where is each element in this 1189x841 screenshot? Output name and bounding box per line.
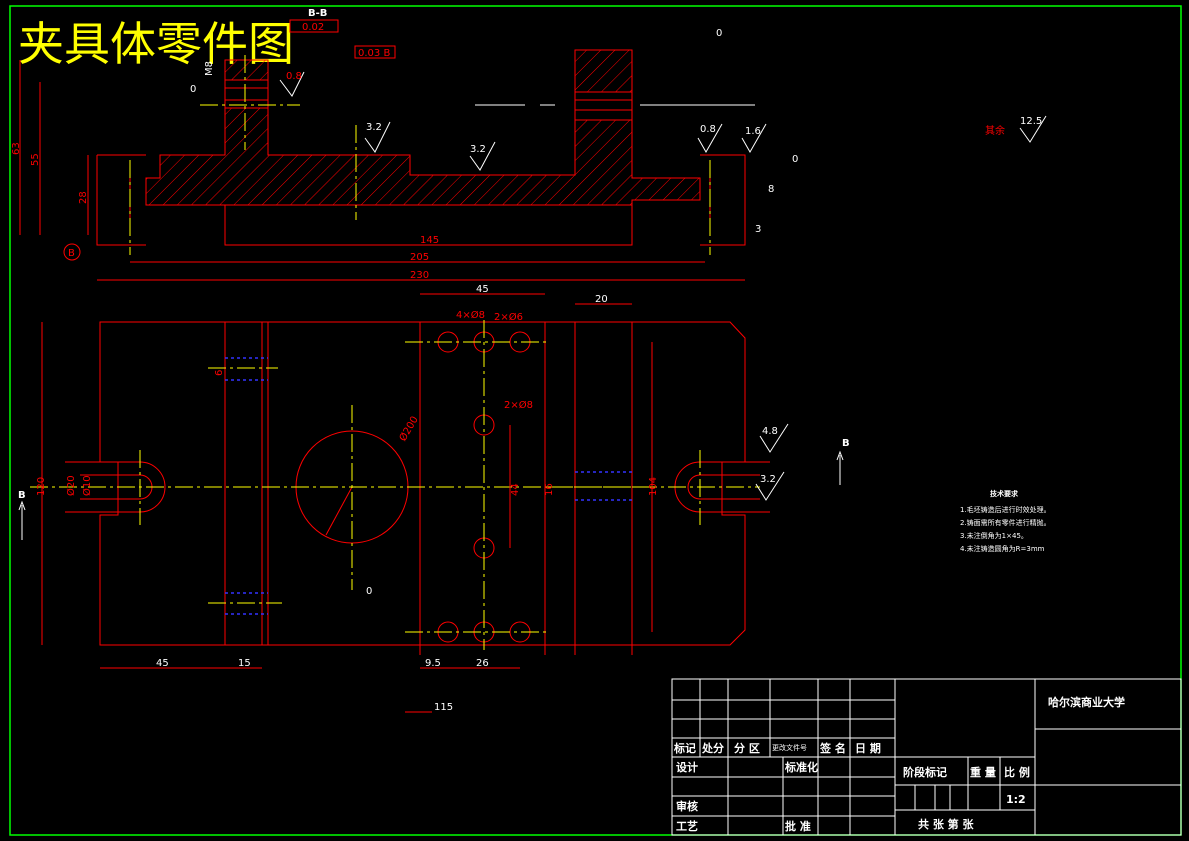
dim-8: 8: [768, 184, 774, 195]
tb-header-zone: 分 区: [734, 741, 760, 755]
dim-63: 63: [11, 142, 22, 155]
dim-230: 230: [410, 270, 429, 281]
dim-115: 115: [434, 702, 453, 713]
dim-2x8: 2×Ø8: [504, 399, 533, 411]
dim-9-5: 9.5: [425, 658, 441, 669]
dim-145: 145: [420, 235, 439, 246]
tb-stage-mark: 阶段标记: [903, 765, 947, 779]
roughness-plan-1: 4.8: [762, 426, 778, 437]
view-arrow-left: B: [18, 490, 26, 501]
tb-header-change-doc: 更改文件号: [772, 743, 807, 752]
roughness-3: 3.2: [470, 144, 486, 155]
roughness-5: 1.6: [745, 126, 761, 137]
dim-2x6: 2×Ø6: [494, 311, 523, 323]
dim-0-top: 0: [716, 28, 722, 39]
tech-item-4: 4.未注铸造圆角为R=3mm: [960, 544, 1045, 553]
dim-200: Ø200: [397, 414, 421, 443]
dim-0-plan: 0: [366, 586, 372, 597]
tb-review: 审核: [676, 799, 698, 813]
dim-d20: Ø20: [65, 475, 77, 496]
tech-heading: 技术要求: [990, 489, 1019, 498]
tech-item-2: 2.铸面需所有零件进行精抛。: [960, 518, 1051, 527]
dim-45-top: 45: [476, 284, 489, 295]
dim-6: 6: [214, 370, 225, 376]
roughness-2: 3.2: [366, 122, 382, 133]
tolerance-frame-2: 0.03 B: [358, 48, 390, 59]
dim-120: 120: [36, 477, 47, 496]
roughness-4: 0.8: [700, 124, 716, 135]
thread-label: M8: [204, 61, 215, 76]
drawing-canvas: 夹具体零件图 145 205 230 63 55 28 M8 B-B 0.02 …: [9, 5, 1182, 836]
tb-scale-label: 比 例: [1004, 765, 1030, 779]
tb-weight: 重 量: [970, 765, 996, 779]
dim-26: 26: [476, 658, 489, 669]
title-block: 标记 处分 分 区 更改文件号 签 名 日 期 设计 标准化 审核 工艺 批 准…: [671, 678, 1182, 836]
view-arrow-right: B: [842, 438, 850, 449]
roughness-6: 0: [792, 154, 798, 165]
dim-44: 44: [510, 483, 521, 496]
dim-104: 104: [648, 477, 659, 496]
dim-55: 55: [30, 153, 41, 166]
tb-approve: 批 准: [785, 819, 811, 833]
tb-header-mark: 标记: [673, 741, 696, 755]
roughness-0: 0.8: [286, 71, 302, 82]
tb-header-date: 日 期: [855, 741, 881, 755]
roughness-plan-2: 3.2: [760, 474, 776, 485]
tb-header-count: 处分: [701, 741, 724, 755]
dim-4x8: 4×Ø8: [456, 309, 485, 321]
tech-item-3: 3.未注倒角为1×45。: [960, 531, 1028, 540]
tb-process: 工艺: [676, 819, 698, 833]
section-label: B-B: [308, 8, 327, 19]
dim-16: 16: [544, 483, 555, 496]
tolerance-frame-1: 0.02: [302, 22, 324, 33]
roughness-default: 12.5: [1020, 116, 1042, 127]
plan-view: 45 20 4×Ø8 2×Ø6 2×Ø8 Ø200 44 104 120 Ø20…: [18, 284, 850, 713]
tb-standardize: 标准化: [784, 760, 818, 774]
datum-label: B: [68, 248, 75, 259]
tech-item-1: 1.毛坯铸造后进行时效处理。: [960, 505, 1051, 514]
dim-45-bottom: 45: [156, 658, 169, 669]
tb-sheets: 共 张 第 张: [918, 817, 974, 831]
dim-20-top: 20: [595, 294, 608, 305]
dim-15: 15: [238, 658, 251, 669]
dim-205: 205: [410, 252, 429, 263]
roughness-1: 0: [190, 84, 196, 95]
tb-design: 设计: [676, 760, 698, 774]
dim-28: 28: [78, 191, 89, 204]
tech-requirements: 技术要求 1.毛坯铸造后进行时效处理。 2.铸面需所有零件进行精抛。 3.未注倒…: [960, 489, 1051, 553]
tb-header-sign: 签 名: [819, 741, 846, 755]
dim-3: 3: [755, 224, 761, 235]
tb-scale: 1:2: [1006, 793, 1026, 806]
roughness-note: 其余: [985, 124, 1005, 137]
tb-university: 哈尔滨商业大学: [1048, 695, 1125, 709]
dim-d10: Ø10: [81, 475, 93, 496]
